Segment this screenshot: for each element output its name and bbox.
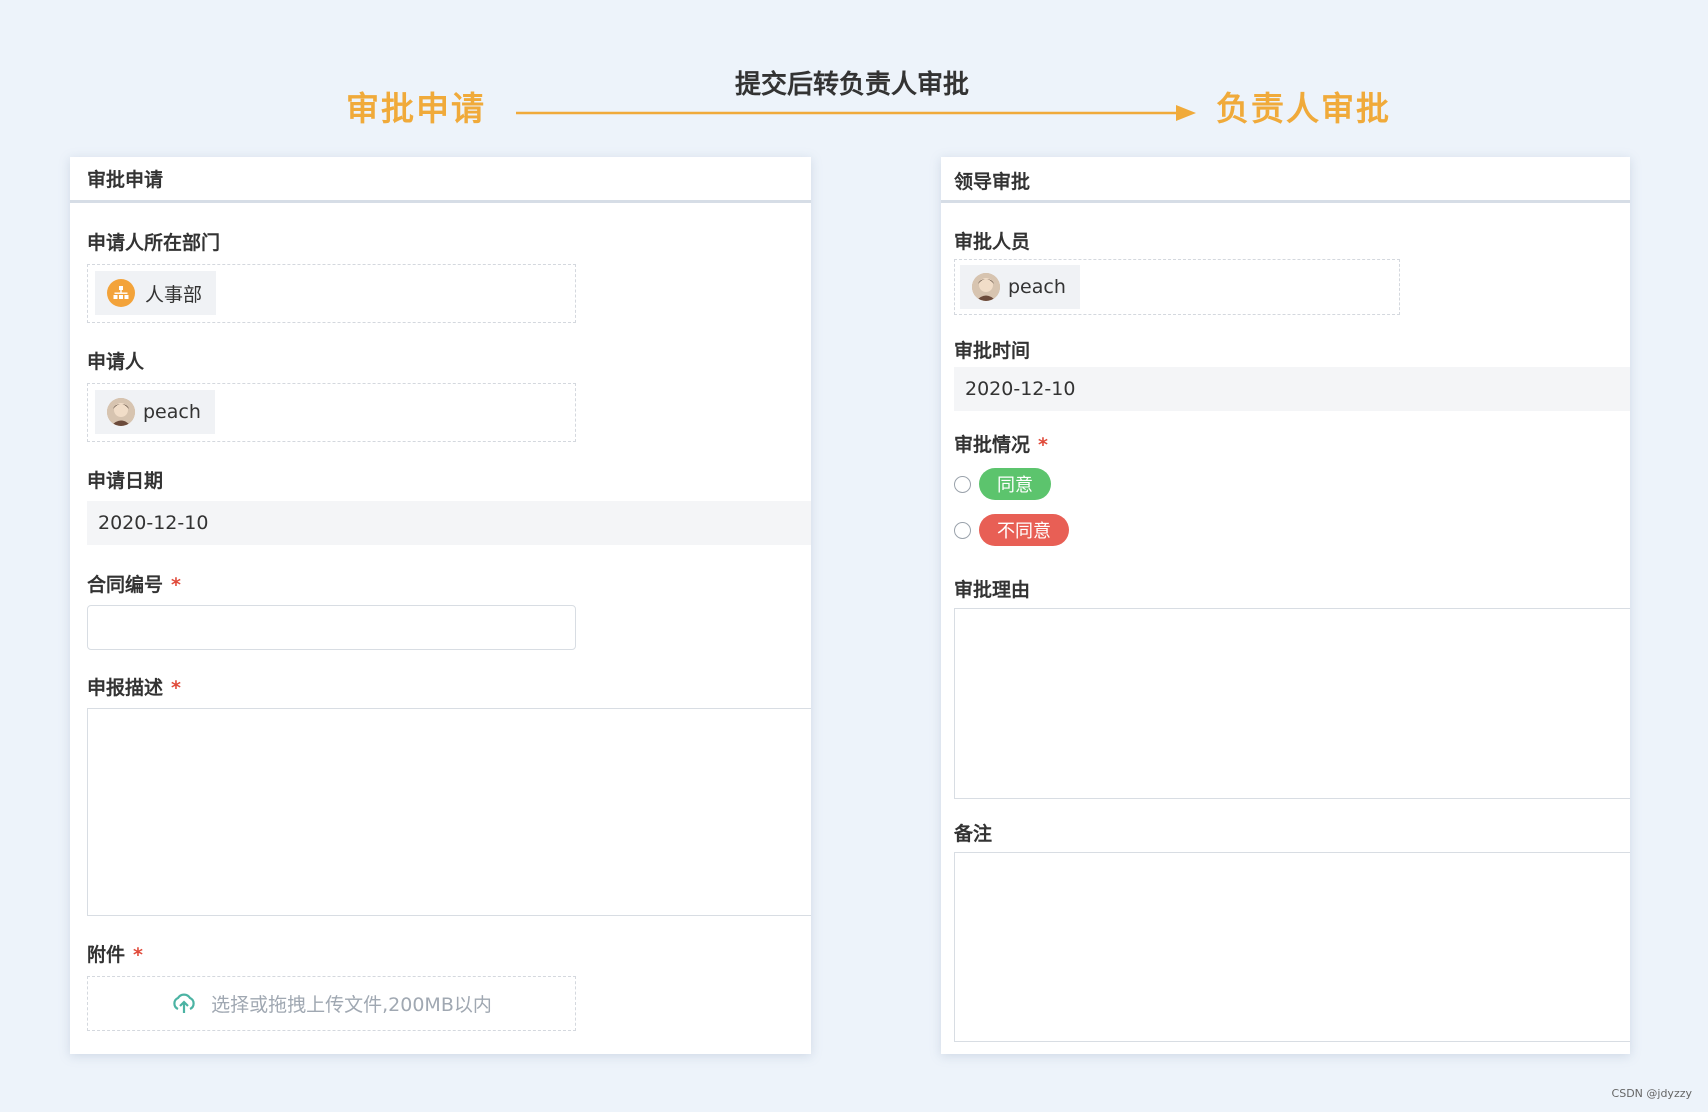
disagree-pill: 不同意 [979, 514, 1069, 546]
radio-option-disagree[interactable]: 不同意 [954, 514, 1069, 546]
applicant-value: peach [143, 401, 201, 423]
description-label: 申报描述 * [87, 677, 181, 699]
radio-button[interactable] [954, 521, 971, 539]
org-chart-icon [107, 279, 135, 307]
file-upload-area[interactable]: 选择或拖拽上传文件,200MB以内 [87, 976, 576, 1031]
reason-textarea[interactable] [954, 608, 1630, 799]
application-form-panel: 审批申请 申请人所在部门 人事部 申请人 peach 申请日期 2020-12-… [70, 157, 811, 1054]
date-value: 2020-12-10 [87, 501, 811, 545]
applicant-field[interactable]: peach [87, 383, 576, 442]
watermark: CSDN @jdyzzy [1611, 1087, 1692, 1100]
approver-label: 审批人员 [954, 231, 1031, 253]
panel-header: 领导审批 [941, 157, 1630, 203]
applicant-label: 申请人 [87, 351, 145, 373]
radio-option-agree[interactable]: 同意 [954, 468, 1051, 500]
panel-title: 领导审批 [954, 171, 1031, 193]
attachment-label: 附件 * [87, 944, 143, 966]
approve-time-value: 2020-12-10 [954, 367, 1630, 411]
date-label: 申请日期 [87, 470, 164, 492]
flow-arrow-label: 提交后转负责人审批 [735, 70, 970, 100]
flow-step-approve: 负责人审批 [1216, 89, 1391, 128]
leader-approval-panel: 领导审批 审批人员 peach 审批时间 2020-12-10 审批情况 * 同意… [941, 157, 1630, 1054]
reason-label: 审批理由 [954, 579, 1031, 601]
upload-placeholder: 选择或拖拽上传文件,200MB以内 [211, 994, 492, 1016]
approver-field[interactable]: peach [954, 259, 1400, 315]
description-textarea[interactable] [87, 708, 811, 916]
required-mark: * [171, 677, 181, 699]
dept-chip[interactable]: 人事部 [95, 271, 217, 315]
approver-chip[interactable]: peach [960, 265, 1080, 309]
avatar [107, 398, 135, 426]
flow-step-apply: 审批申请 [346, 89, 486, 128]
agree-pill: 同意 [979, 468, 1051, 500]
dept-value: 人事部 [145, 283, 203, 306]
radio-button[interactable] [954, 475, 971, 493]
remark-label: 备注 [954, 823, 993, 845]
panel-header: 审批申请 [70, 157, 811, 203]
remark-textarea[interactable] [954, 852, 1630, 1042]
panel-title: 审批申请 [87, 169, 164, 191]
flow-arrow-icon [516, 105, 1196, 121]
required-mark: * [171, 574, 181, 596]
required-mark: * [133, 944, 143, 966]
contract-label: 合同编号 * [87, 574, 181, 596]
cloud-upload-icon [173, 993, 195, 1013]
approve-time-label: 审批时间 [954, 340, 1031, 362]
applicant-chip[interactable]: peach [95, 390, 215, 434]
dept-label: 申请人所在部门 [87, 232, 221, 254]
contract-number-input[interactable] [87, 605, 576, 650]
status-label: 审批情况 * [954, 434, 1048, 456]
dept-field[interactable]: 人事部 [87, 264, 576, 323]
required-mark: * [1038, 434, 1048, 456]
avatar [972, 273, 1000, 301]
approver-value: peach [1008, 276, 1066, 298]
